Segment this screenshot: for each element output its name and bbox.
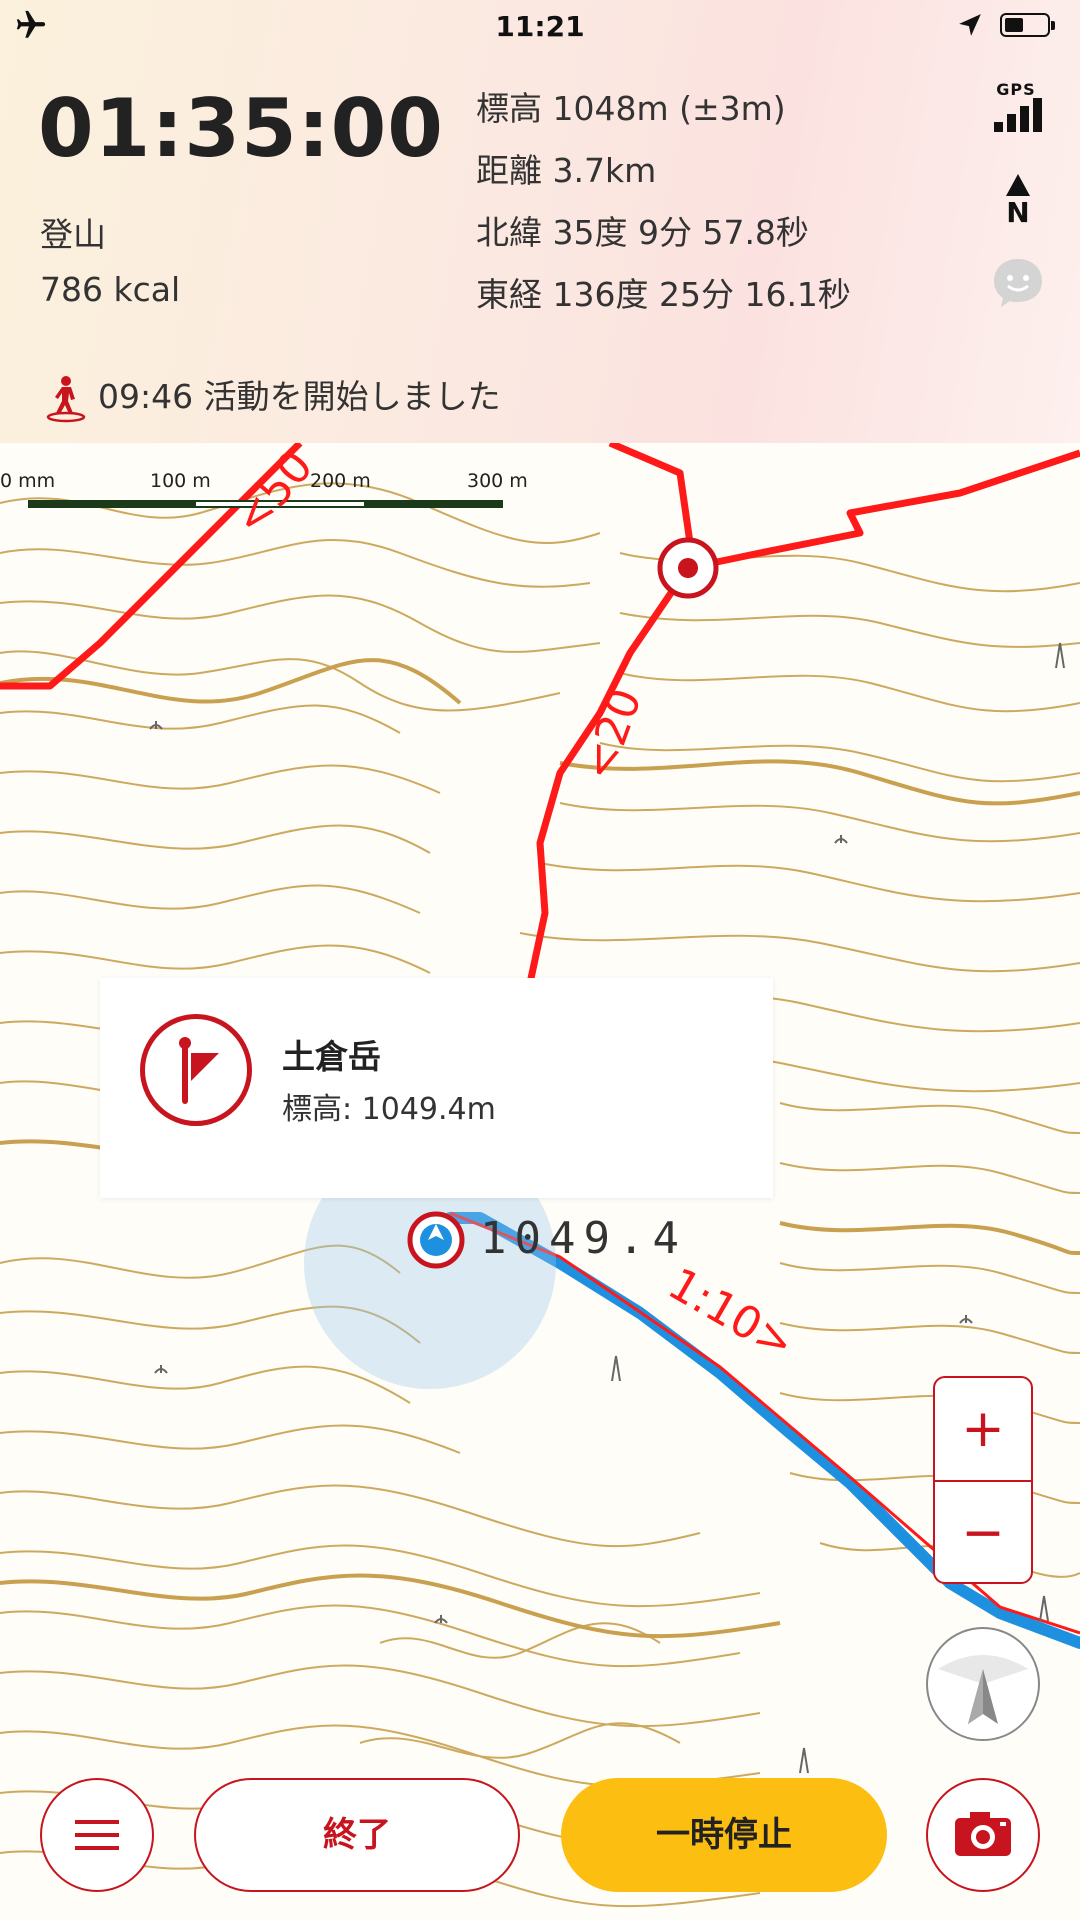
north-arrow-icon[interactable]: N: [998, 172, 1038, 228]
trail-red: [687, 449, 1080, 572]
current-location-icon: [407, 1211, 465, 1269]
zoom-in-button[interactable]: +: [935, 1378, 1031, 1480]
gps-signal-icon[interactable]: GPS: [988, 80, 1048, 140]
peak-name: 土倉岳: [282, 1037, 381, 1076]
calories: 786 kcal: [40, 270, 181, 309]
scale-label: 100 m: [150, 470, 211, 492]
status-time: 11:21: [495, 10, 585, 43]
elapsed-timer: 01:35:00: [38, 82, 444, 175]
waypoint-marker: [657, 537, 719, 599]
north-label: N: [1006, 196, 1030, 229]
scale-label: 0 mm: [0, 470, 56, 492]
face-icon[interactable]: [991, 256, 1045, 310]
longitude-readout: 東経 136度 25分 16.1秒: [476, 275, 851, 314]
hiker-icon: [46, 375, 86, 422]
scale-label: 300 m: [467, 470, 528, 492]
route-label-110: 1:10>: [660, 1258, 803, 1370]
camera-button[interactable]: [926, 1778, 1040, 1892]
event-text: 09:46 活動を開始しました: [98, 377, 501, 416]
header-panel: 11:21 01:35:00 登山 786 kcal 標高 1048m (±3m…: [0, 0, 1080, 443]
activity-type: 登山: [40, 215, 106, 254]
zoom-out-button[interactable]: −: [935, 1482, 1031, 1584]
activity-event: 09:46 活動を開始しました: [44, 370, 501, 423]
distance-readout: 距離 3.7km: [476, 151, 657, 190]
route-label-20: <20: [572, 682, 652, 787]
altitude-readout: 標高 1048m (±3m): [476, 89, 786, 128]
pause-button[interactable]: 一時停止: [561, 1778, 887, 1892]
zoom-control: + −: [933, 1376, 1033, 1584]
menu-icon: [75, 1820, 119, 1850]
status-bar: 11:21: [0, 0, 1080, 52]
location-arrow-icon: [959, 14, 981, 36]
spot-height-label: 1049.4: [480, 1213, 687, 1264]
peak-popup[interactable]: 土倉岳 標高: 1049.4m: [100, 978, 773, 1198]
summit-flag-icon: [140, 1014, 252, 1126]
peak-elevation: 標高: 1049.4m: [282, 1092, 496, 1127]
route-label-50: <50: [224, 443, 323, 545]
scale-label: 200 m: [310, 470, 371, 492]
gps-label: GPS: [996, 80, 1036, 99]
end-button[interactable]: 終了: [194, 1778, 520, 1892]
camera-icon: [955, 1812, 1011, 1856]
compass-icon: [938, 1655, 1028, 1739]
battery-icon: [1000, 13, 1055, 37]
menu-button[interactable]: [40, 1778, 154, 1892]
latitude-readout: 北緯 35度 9分 57.8秒: [476, 213, 809, 252]
compass-button[interactable]: [926, 1627, 1040, 1741]
